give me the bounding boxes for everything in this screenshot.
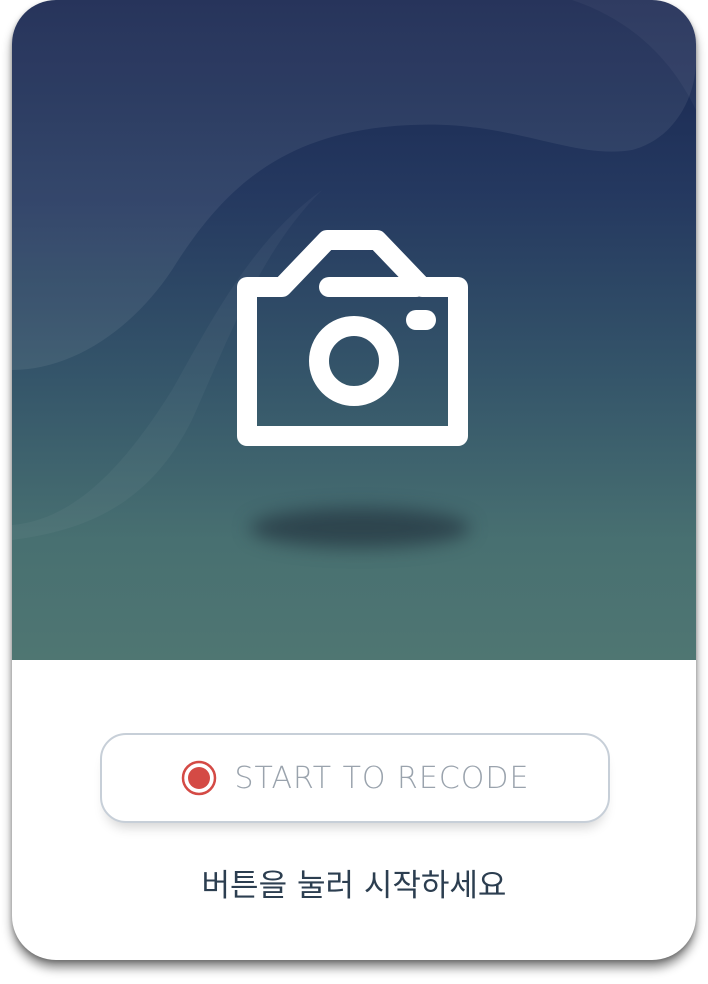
camera-icon bbox=[237, 230, 468, 446]
start-hint-text: 버튼을 눌러 시작하세요 bbox=[201, 868, 507, 904]
camera-card: START TO RECODE 버튼을 눌러 시작하세요 bbox=[12, 0, 696, 960]
start-record-label: START TO RECODE bbox=[234, 760, 530, 796]
start-record-button[interactable]: START TO RECODE bbox=[100, 733, 610, 823]
record-icon bbox=[181, 760, 216, 796]
hero-panel bbox=[12, 0, 696, 660]
